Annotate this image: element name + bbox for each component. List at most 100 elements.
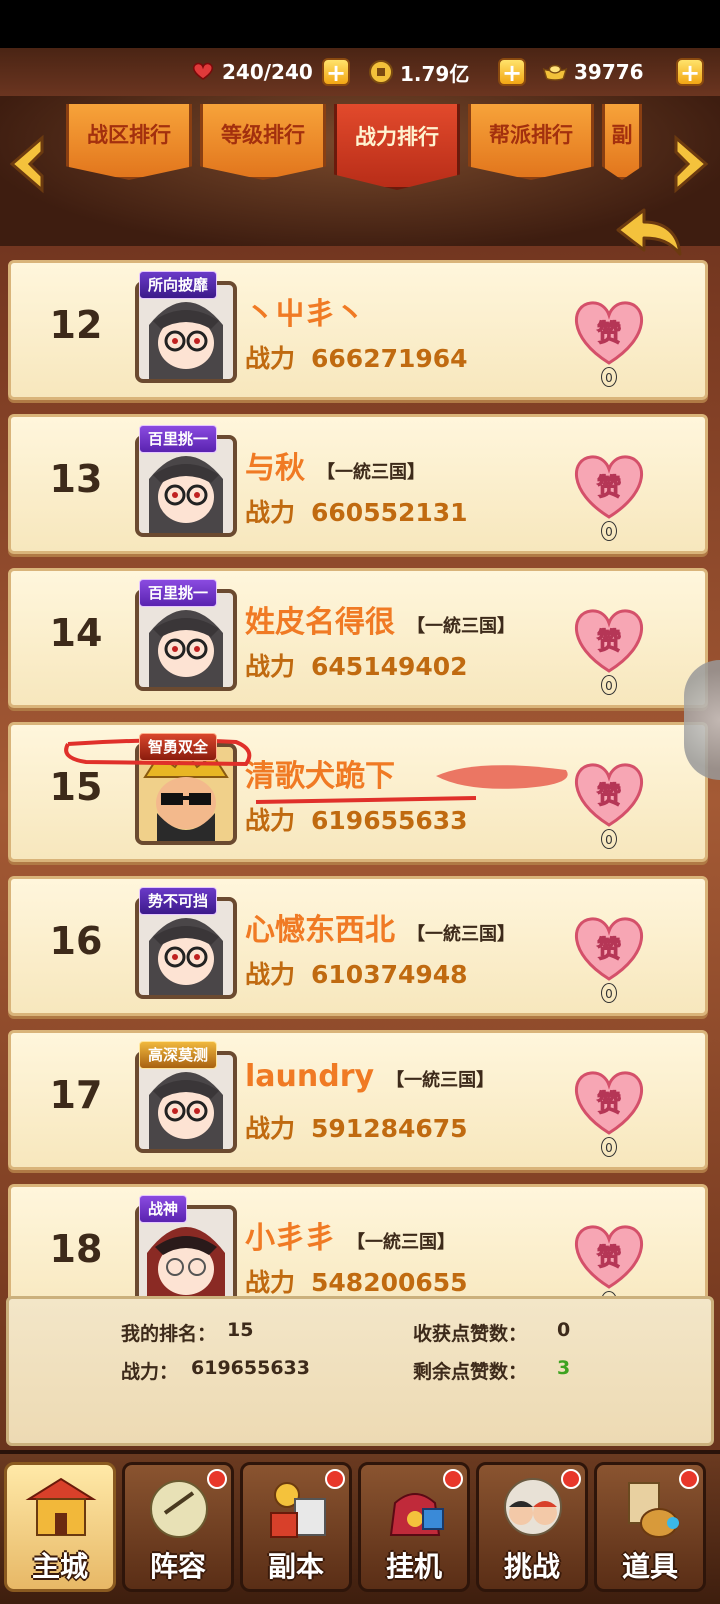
tab-zone-ranking[interactable]: 战区排行: [66, 104, 192, 180]
nav-dungeon[interactable]: 副本: [240, 1462, 352, 1592]
nav-idle-label: 挂机: [385, 1550, 442, 1583]
like-label: 赞: [596, 1243, 621, 1271]
nav-challenge[interactable]: 挑战: [476, 1462, 588, 1592]
player-name: 清歌犬跪下: [245, 751, 395, 795]
like-count: 0: [601, 675, 617, 695]
rank-number: 17: [49, 1073, 103, 1117]
player-name-text: 小丯丯: [245, 1221, 335, 1256]
rank-row[interactable]: 16 势不可挡 心憾东西北 【一統三国】 战力 610374948 赞 0: [8, 876, 708, 1016]
received-likes-value: 0: [557, 1319, 571, 1341]
tab-power-ranking[interactable]: 战力排行: [334, 104, 460, 190]
system-status-bar: [0, 0, 720, 48]
rank-number: 12: [49, 303, 103, 347]
player-name-text: 姓皮名得很: [245, 605, 395, 640]
coin-value: 1.79亿: [400, 61, 470, 86]
power-label: 战力: [245, 498, 296, 527]
title-badge: 百里挑一: [139, 579, 218, 607]
rank-number: 15: [49, 765, 103, 809]
like-label: 赞: [596, 473, 621, 501]
notification-dot: [679, 1469, 699, 1489]
rank-number: 14: [49, 611, 103, 655]
treasure-bag-icon: [389, 1493, 444, 1536]
like-heart-icon[interactable]: 赞: [571, 915, 647, 983]
rank-number: 13: [49, 457, 103, 501]
like-label: 赞: [596, 781, 621, 809]
notification-dot: [207, 1469, 227, 1489]
like-heart-icon[interactable]: 赞: [571, 299, 647, 367]
tab-guild-ranking[interactable]: 帮派排行: [468, 104, 594, 180]
like-heart-icon[interactable]: 赞: [571, 1069, 647, 1137]
return-arrow-icon[interactable]: [614, 204, 686, 260]
nav-idle[interactable]: 挂机: [358, 1462, 470, 1592]
rank-row[interactable]: 12 所向披靡 丶屮丯丶 战力 666271964 赞 0: [8, 260, 708, 400]
received-likes-label: 收获点赞数：: [413, 1323, 528, 1345]
tab-level-ranking[interactable]: 等级排行: [200, 104, 326, 180]
right-arrow-icon[interactable]: [668, 134, 712, 194]
power-line: 战力 548200655: [245, 1263, 468, 1299]
nav-dungeon-label: 副本: [267, 1550, 324, 1583]
player-name: laundry 【一統三国】: [245, 1059, 494, 1094]
rank-row[interactable]: 13 百里挑一 与秋 【一統三国】 战力 660552131 赞 0: [8, 414, 708, 554]
nav-lineup[interactable]: 阵容: [122, 1462, 234, 1592]
nav-items-label: 道具: [621, 1550, 678, 1583]
power-label: 战力: [245, 652, 296, 681]
dungeon-icon: [270, 1482, 326, 1538]
server-tag: 【一統三国】: [386, 1070, 495, 1091]
rank-number: 16: [49, 919, 103, 963]
like-heart-icon[interactable]: 赞: [571, 761, 647, 829]
notification-dot: [325, 1469, 345, 1489]
power-label: 战力: [245, 344, 296, 373]
like-count: 0: [601, 1137, 617, 1157]
like-heart-icon[interactable]: 赞: [571, 1223, 647, 1291]
notification-dot: [561, 1469, 581, 1489]
rank-row[interactable]: 18 战神 小丯丯【一統三国】 战力548200655 赞 0: [8, 1184, 708, 1300]
power-value: 591284675: [311, 1114, 468, 1143]
gold-ingot-icon: [542, 59, 568, 85]
server-tag: 【一統三国】: [347, 1232, 455, 1253]
like-count: 0: [601, 367, 617, 387]
add-stamina-button[interactable]: +: [322, 58, 350, 86]
power-value: 610374948: [311, 960, 468, 989]
power-line: 战力 645149402: [245, 647, 468, 683]
rank-row[interactable]: 17 高深莫测 laundry 【一統三国】 战力 591284675 赞 0: [8, 1030, 708, 1170]
add-ingots-button[interactable]: +: [676, 58, 704, 86]
power-label: 战力: [245, 960, 296, 989]
power-label: 战力: [245, 806, 296, 835]
like-heart-icon[interactable]: 赞: [571, 607, 647, 675]
left-arrow-icon[interactable]: [6, 134, 50, 194]
coin-icon: [368, 59, 394, 85]
rank-number: 18: [49, 1227, 103, 1271]
my-rank-label: 我的排名：: [121, 1323, 217, 1345]
stamina-value: 240/240: [222, 60, 313, 84]
power-line: 战力 591284675: [245, 1109, 468, 1145]
player-name: 姓皮名得很 【一統三国】: [245, 597, 515, 641]
server-tag: 【一統三国】: [317, 462, 425, 483]
notification-dot: [443, 1469, 463, 1489]
side-drawer-handle[interactable]: [684, 660, 720, 780]
power-value: 666271964: [311, 344, 468, 373]
power-value: 660552131: [311, 498, 468, 527]
server-tag: 【一統三国】: [407, 924, 515, 945]
ingot-resource: 39776: [542, 56, 644, 88]
rank-row-self[interactable]: 15 智勇双全 清歌犬跪下 战力 619655633 赞 0: [8, 722, 708, 862]
like-label: 赞: [596, 627, 621, 655]
bottom-navigation: 主城 阵容 副本 挂机 挑战 道具: [0, 1450, 720, 1604]
my-power-value: 619655633: [191, 1357, 310, 1379]
nav-items[interactable]: 道具: [594, 1462, 706, 1592]
title-badge: 高深莫测: [139, 1041, 218, 1069]
tab-dungeon-ranking[interactable]: 副: [602, 104, 642, 180]
title-badge: 势不可挡: [139, 887, 218, 915]
coin-resource: 1.79亿: [368, 56, 469, 88]
nav-main-city-label: 主城: [31, 1550, 88, 1583]
remaining-likes-value: 3: [557, 1357, 571, 1379]
nav-main-city[interactable]: 主城: [4, 1462, 116, 1592]
my-power-label: 战力：: [121, 1361, 179, 1383]
title-badge: 战神: [139, 1195, 188, 1223]
title-badge: 所向披靡: [139, 271, 218, 299]
player-name-text: 丶屮丯丶: [245, 297, 365, 332]
heart-stamina-icon: [190, 59, 216, 85]
like-heart-icon[interactable]: 赞: [571, 453, 647, 521]
power-value: 619655633: [311, 806, 468, 835]
rank-row[interactable]: 14 百里挑一 姓皮名得很 【一統三国】 战力 645149402 赞 0: [8, 568, 708, 708]
add-coins-button[interactable]: +: [498, 58, 526, 86]
